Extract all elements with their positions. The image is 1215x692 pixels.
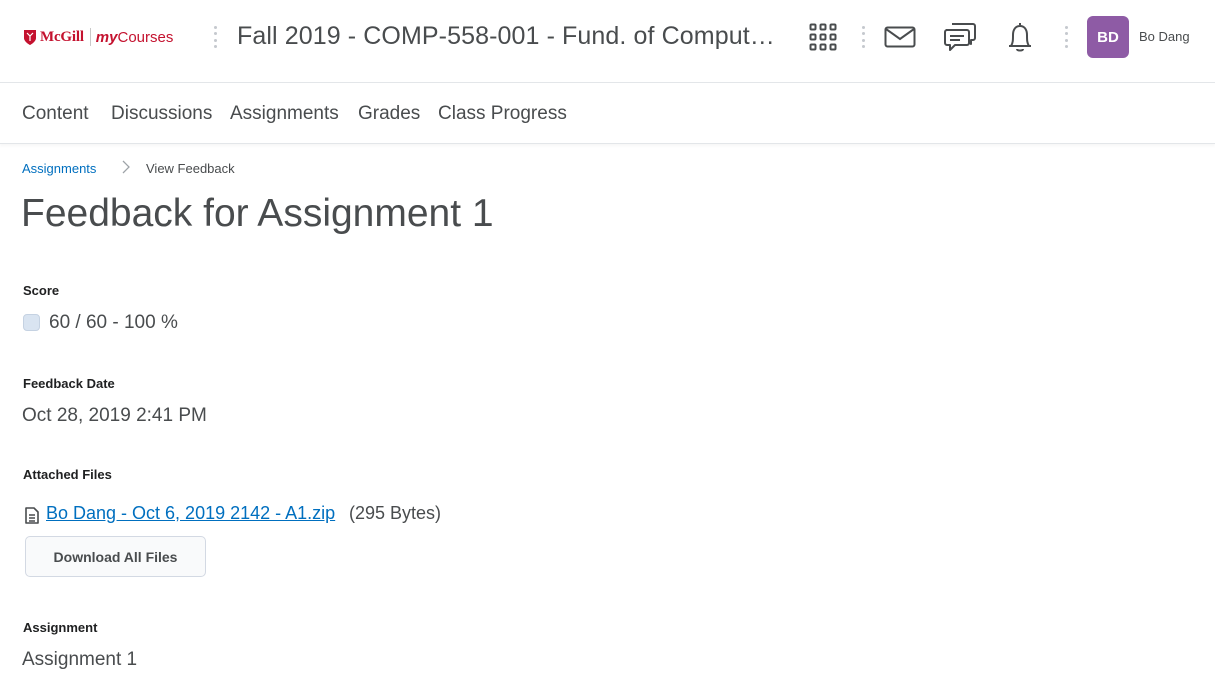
mail-icon[interactable]: [883, 20, 917, 54]
top-header: McGill my Courses Fall 2019 - COMP-558-00…: [0, 0, 1215, 83]
logo-courses-text: Courses: [117, 28, 174, 46]
logo-mcgill-text: McGill: [40, 28, 84, 45]
mcgill-crest-icon: [24, 29, 36, 45]
feedback-date-value: Oct 28, 2019 2:41 PM: [22, 405, 207, 426]
breadcrumb-chevron-icon: [122, 160, 130, 177]
page-title: Feedback for Assignment 1: [21, 192, 494, 235]
mycourses-logo[interactable]: McGill my Courses: [24, 27, 173, 47]
feedback-date-label: Feedback Date: [23, 376, 115, 391]
course-title[interactable]: Fall 2019 - COMP-558-001 - Fund. of Comp…: [237, 22, 775, 51]
attached-files-label: Attached Files: [23, 467, 112, 482]
assignment-label: Assignment: [23, 620, 98, 635]
breadcrumb-assignments-link[interactable]: Assignments: [22, 161, 96, 176]
score-value: 60 / 60 - 100 %: [49, 312, 178, 333]
header-divider: [1065, 26, 1068, 48]
score-label: Score: [23, 283, 60, 298]
bell-icon[interactable]: [1003, 20, 1037, 54]
header-divider: [862, 26, 865, 48]
attached-file-link[interactable]: Bo Dang - Oct 6, 2019 2142 - A1.zip: [46, 503, 335, 524]
logo-my-text: my: [95, 28, 118, 46]
apps-grid-icon[interactable]: [806, 20, 840, 54]
nav-item-content[interactable]: Content: [22, 103, 89, 125]
chat-icon[interactable]: [943, 20, 977, 54]
nav-item-class-progress[interactable]: Class Progress: [438, 103, 567, 125]
header-divider: [214, 26, 217, 48]
assignment-value: Assignment 1: [22, 649, 138, 670]
logo-divider: [89, 28, 91, 46]
avatar[interactable]: BD: [1087, 16, 1129, 58]
download-all-files-button[interactable]: Download All Files: [25, 536, 206, 577]
breadcrumb-current: View Feedback: [146, 161, 235, 176]
score-indicator-icon: [23, 314, 40, 331]
course-navbar: Content Discussions Assignments Grades C…: [0, 83, 1215, 144]
nav-item-assignments[interactable]: Assignments: [230, 103, 339, 125]
nav-item-grades[interactable]: Grades: [358, 103, 420, 125]
nav-item-discussions[interactable]: Discussions: [111, 103, 212, 125]
file-size: (295 Bytes): [349, 503, 442, 523]
user-name[interactable]: Bo Dang: [1139, 29, 1190, 44]
file-icon: [25, 507, 39, 524]
